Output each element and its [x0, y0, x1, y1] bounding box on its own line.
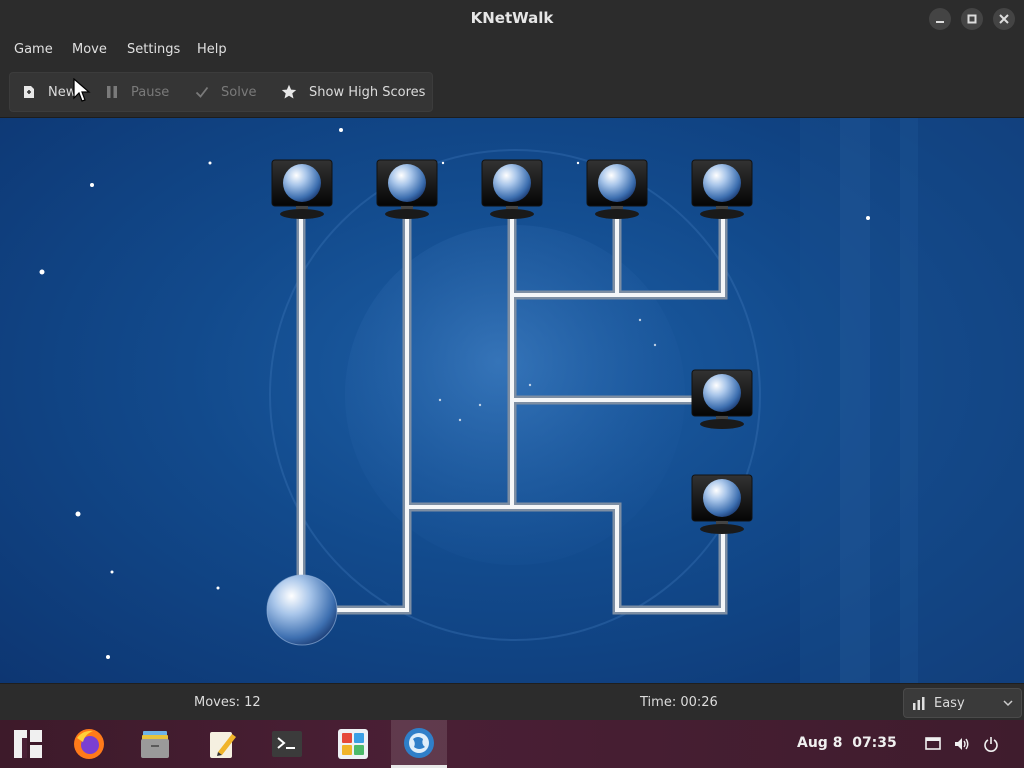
- maximize-button[interactable]: [961, 8, 983, 30]
- power-tray-button[interactable]: [983, 736, 999, 756]
- file-manager-launcher[interactable]: [127, 720, 183, 768]
- difficulty-select[interactable]: Easy: [903, 688, 1022, 718]
- file-manager-icon: [141, 731, 169, 758]
- window-title: KNetWalk: [470, 9, 554, 27]
- status-bar: Moves: 12 Time: 00:26 Easy: [0, 683, 1024, 721]
- moves-counter: Moves: 12: [194, 695, 261, 710]
- app-menu-button[interactable]: [0, 720, 56, 768]
- volume-tray-button[interactable]: [954, 736, 970, 756]
- difficulty-bars-icon: [913, 697, 925, 710]
- manjaro-menu-icon: [14, 730, 42, 758]
- terminal-node[interactable]: [586, 159, 648, 219]
- terminal-launcher[interactable]: [259, 720, 315, 768]
- elapsed-time: Time: 00:26: [640, 695, 718, 710]
- volume-icon: [955, 738, 969, 750]
- text-editor-icon: [210, 732, 236, 758]
- clock[interactable]: Aug 8 07:35: [797, 735, 897, 751]
- terminal-node[interactable]: [271, 159, 333, 219]
- clock-date: Aug 8: [797, 735, 843, 751]
- software-store-icon: [338, 729, 368, 759]
- pause-label: Pause: [131, 84, 170, 100]
- solve-label: Solve: [221, 84, 257, 100]
- close-icon: [999, 14, 1009, 24]
- software-store-launcher[interactable]: [325, 720, 381, 768]
- menu-bar: Game Move Settings Help: [0, 37, 1024, 64]
- show-high-scores-label: Show High Scores: [309, 84, 426, 100]
- menu-game[interactable]: Game: [14, 42, 53, 57]
- knetwalk-task[interactable]: [391, 720, 447, 768]
- chevron-down-icon: [1003, 700, 1013, 707]
- power-icon: [984, 737, 998, 752]
- close-button[interactable]: [993, 8, 1015, 30]
- minimize-button[interactable]: [929, 8, 951, 30]
- terminal-node[interactable]: [481, 159, 543, 219]
- terminal-node[interactable]: [691, 159, 753, 219]
- pause-button[interactable]: Pause: [105, 73, 169, 111]
- display-icon: [925, 737, 941, 750]
- checkmark-icon: [195, 86, 209, 98]
- knetwalk-icon: [404, 727, 434, 758]
- terminal-node[interactable]: [691, 369, 753, 429]
- clock-time: 07:35: [852, 735, 897, 751]
- maximize-icon: [967, 14, 977, 24]
- title-bar: KNetWalk: [0, 0, 1024, 38]
- show-high-scores-button[interactable]: Show High Scores: [281, 73, 425, 111]
- taskbar: Aug 8 07:35: [0, 720, 1024, 768]
- terminal-node[interactable]: [376, 159, 438, 219]
- text-editor-launcher[interactable]: [194, 720, 250, 768]
- terminal-icon: [272, 731, 302, 757]
- menu-settings[interactable]: Settings: [127, 42, 180, 57]
- solve-button[interactable]: Solve: [195, 73, 257, 111]
- minimize-icon: [936, 21, 944, 23]
- network-board[interactable]: [0, 118, 1024, 683]
- star-icon: [281, 84, 297, 99]
- pause-icon: [107, 86, 117, 98]
- game-board[interactable]: [0, 118, 1024, 683]
- difficulty-value: Easy: [934, 695, 965, 711]
- server-node[interactable]: [266, 574, 338, 646]
- toolbar-area: New Pause Solve Show High Scores: [0, 64, 1024, 118]
- mouse-cursor-icon: [73, 78, 91, 102]
- screen-tray-button[interactable]: [925, 736, 941, 756]
- terminal-node[interactable]: [691, 474, 753, 534]
- menu-move[interactable]: Move: [72, 42, 107, 57]
- new-game-button[interactable]: New: [22, 73, 76, 111]
- firefox-icon: [74, 729, 104, 759]
- menu-help[interactable]: Help: [197, 42, 227, 57]
- firefox-launcher[interactable]: [61, 720, 117, 768]
- new-document-icon: [24, 86, 34, 98]
